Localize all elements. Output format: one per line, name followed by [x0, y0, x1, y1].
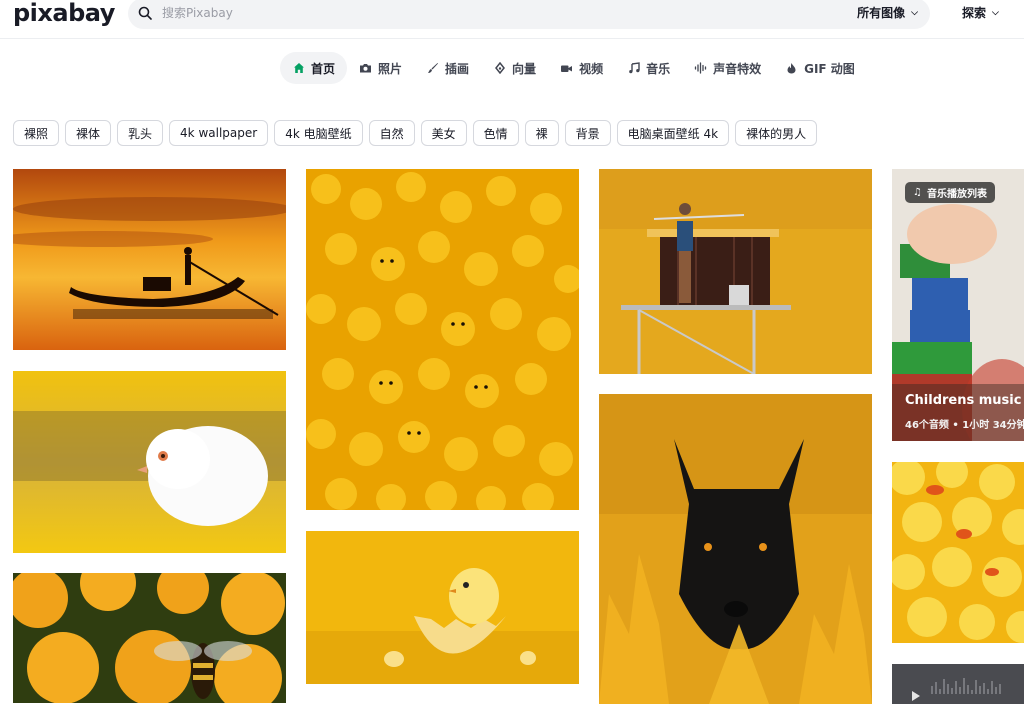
- music-note-icon: [627, 62, 640, 75]
- tag-chip[interactable]: 裸体的男人: [735, 120, 818, 146]
- tab-sound-effects[interactable]: 声音特效: [682, 52, 773, 84]
- flame-icon: [785, 62, 798, 75]
- image-type-label: 所有图像: [857, 6, 906, 20]
- lego-heads-image: [306, 169, 579, 510]
- image-tile-chick-egg[interactable]: [306, 531, 579, 684]
- music-note-icon: ♫: [913, 187, 922, 198]
- related-tags: 裸照 裸体 乳头 4k wallpaper 4k 电脑壁纸 自然 美女 色情 裸…: [13, 120, 818, 146]
- image-tile-rubber-ducks[interactable]: [892, 462, 1024, 643]
- playlist-duration: 1小时 34分钟: [962, 420, 1024, 431]
- search-bar: 所有图像 ⌵: [128, 0, 930, 29]
- tag-chip[interactable]: 自然: [368, 120, 415, 146]
- top-header: pixabay 所有图像 ⌵ 探索 ⌵: [0, 0, 1024, 39]
- tag-chip[interactable]: 色情: [472, 120, 519, 146]
- sound-wave-icon: [694, 62, 707, 75]
- tag-chip[interactable]: 裸照: [13, 120, 60, 146]
- tag-chip[interactable]: 美女: [420, 120, 467, 146]
- audio-waveform-image: [892, 664, 1024, 704]
- tab-music-label: 音乐: [646, 61, 671, 76]
- tab-photos[interactable]: 照片: [347, 52, 414, 84]
- image-tile-lego-heads[interactable]: [306, 169, 579, 510]
- explore-label: 探索: [962, 6, 987, 20]
- white-dove-image: [13, 371, 286, 553]
- rubber-ducks-image: [892, 462, 1024, 643]
- tab-photos-label: 照片: [378, 61, 403, 76]
- search-icon[interactable]: [138, 6, 152, 20]
- tab-home[interactable]: 首页: [280, 52, 348, 84]
- tag-chip[interactable]: 4k wallpaper: [169, 120, 269, 146]
- tab-sound-effects-label: 声音特效: [713, 61, 762, 76]
- tag-chip[interactable]: 背景: [564, 120, 611, 146]
- chevron-down-icon: ⌵: [911, 7, 918, 18]
- pen-nib-icon: [493, 62, 506, 75]
- tab-vectors[interactable]: 向量: [481, 52, 548, 84]
- video-camera-icon: [560, 62, 573, 75]
- pixabay-logo[interactable]: pixabay: [13, 0, 115, 26]
- black-wolf-image: [599, 394, 872, 704]
- chevron-down-icon: ⌵: [992, 7, 999, 18]
- tab-vectors-label: 向量: [512, 61, 537, 76]
- image-tile-gondola-sunset[interactable]: [13, 169, 286, 350]
- tag-chip[interactable]: 4k 电脑壁纸: [274, 120, 363, 146]
- playlist-count: 46个音频: [905, 420, 949, 431]
- image-tile-black-wolf[interactable]: [599, 394, 872, 704]
- search-input[interactable]: [162, 1, 762, 25]
- playlist-meta: 46个音频 • 1小时 34分钟: [905, 416, 1024, 431]
- tab-home-label: 首页: [311, 61, 336, 76]
- tag-chip[interactable]: 电脑桌面壁纸 4k: [616, 120, 730, 146]
- image-type-dropdown[interactable]: 所有图像 ⌵: [857, 4, 918, 21]
- media-type-tabs: 首页 照片 插画 向量 视频 音乐 声音特效 GIF 动图: [280, 52, 867, 84]
- home-icon: [292, 62, 305, 75]
- tag-chip[interactable]: 裸: [524, 120, 559, 146]
- marigold-bee-image: [13, 573, 286, 703]
- image-tile-painter-wall[interactable]: [599, 169, 872, 374]
- tab-gifs-label: GIF 动图: [804, 61, 855, 76]
- painter-wall-image: [599, 169, 872, 374]
- playlist-badge-label: 音乐播放列表: [926, 189, 987, 200]
- explore-menu[interactable]: 探索 ⌵: [962, 4, 999, 21]
- image-tile-marigold-bee[interactable]: [13, 573, 286, 703]
- meta-separator: •: [952, 420, 963, 431]
- tab-videos[interactable]: 视频: [548, 52, 615, 84]
- tab-videos-label: 视频: [579, 61, 604, 76]
- brush-icon: [426, 62, 439, 75]
- gondola-sunset-image: [13, 169, 286, 350]
- playlist-title: Childrens music: [905, 393, 1022, 408]
- tab-music[interactable]: 音乐: [615, 52, 682, 84]
- tag-chip[interactable]: 乳头: [117, 120, 164, 146]
- chick-egg-image: [306, 531, 579, 684]
- tab-gifs[interactable]: GIF 动图: [773, 52, 867, 84]
- playlist-badge: ♫ 音乐播放列表: [905, 182, 995, 203]
- image-tile-white-dove[interactable]: [13, 371, 286, 553]
- tab-illustrations-label: 插画: [445, 61, 470, 76]
- music-playlist-card[interactable]: ♫ 音乐播放列表 Childrens music 46个音频 • 1小时 34分…: [892, 169, 1024, 441]
- camera-icon: [359, 62, 372, 75]
- tag-chip[interactable]: 裸体: [65, 120, 112, 146]
- tab-illustrations[interactable]: 插画: [414, 52, 481, 84]
- audio-track-tile[interactable]: [892, 664, 1024, 704]
